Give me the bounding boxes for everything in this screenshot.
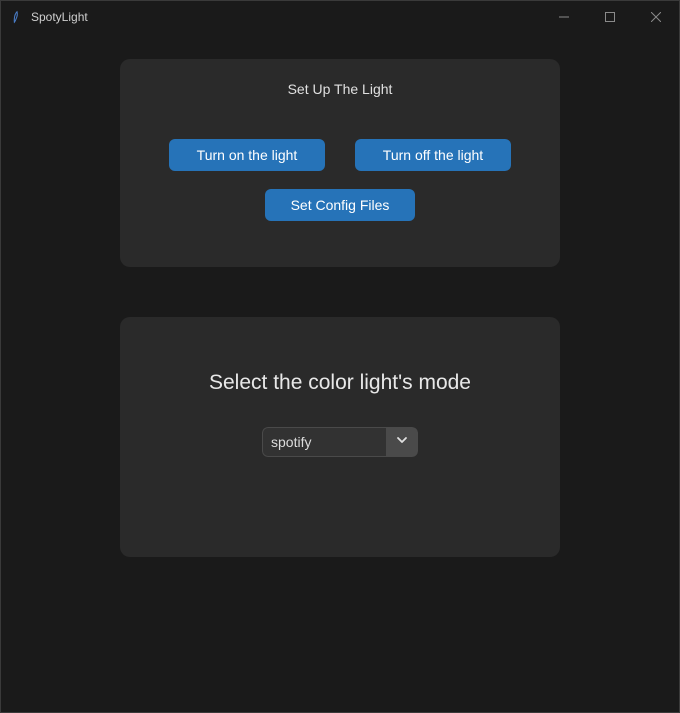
set-config-files-button[interactable]: Set Config Files (265, 189, 415, 221)
minimize-button[interactable] (541, 1, 587, 33)
window-controls (541, 1, 679, 32)
titlebar: SpotyLight (1, 1, 679, 33)
chevron-down-icon (396, 433, 408, 451)
setup-panel-title: Set Up The Light (140, 81, 540, 97)
mode-panel: Select the color light's mode spotify (120, 317, 560, 557)
mode-dropdown-button[interactable] (386, 427, 418, 457)
setup-button-row: Turn on the light Turn off the light (140, 139, 540, 171)
maximize-button[interactable] (587, 1, 633, 33)
mode-dropdown-value: spotify (262, 427, 386, 457)
setup-button-row-2: Set Config Files (140, 189, 540, 221)
setup-panel: Set Up The Light Turn on the light Turn … (120, 59, 560, 267)
mode-dropdown-row: spotify (140, 427, 540, 457)
window-title: SpotyLight (31, 10, 541, 24)
mode-panel-title: Select the color light's mode (140, 371, 540, 395)
content-area: Set Up The Light Turn on the light Turn … (1, 33, 679, 557)
turn-off-light-button[interactable]: Turn off the light (355, 139, 511, 171)
close-button[interactable] (633, 1, 679, 33)
mode-dropdown[interactable]: spotify (262, 427, 418, 457)
turn-on-light-button[interactable]: Turn on the light (169, 139, 325, 171)
app-icon (9, 9, 25, 25)
